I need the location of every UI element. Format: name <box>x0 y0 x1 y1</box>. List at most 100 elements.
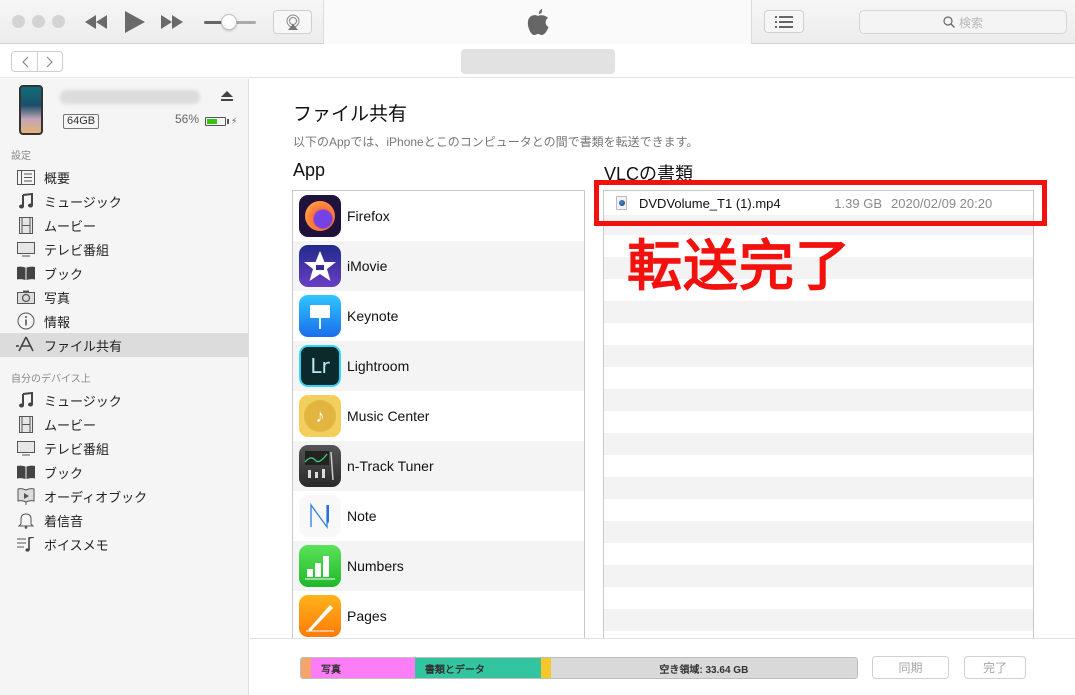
battery-tip <box>227 119 229 124</box>
chevron-left-icon <box>21 56 28 67</box>
sidebar-item[interactable]: テレビ番組 <box>0 237 249 261</box>
sidebar-item[interactable]: ミュージック <box>0 189 249 213</box>
eject-icon <box>221 91 233 101</box>
zoom-window-button[interactable] <box>52 15 65 28</box>
lightroom-icon: Lr <box>299 345 341 387</box>
done-button[interactable]: 完了 <box>964 656 1026 679</box>
back-button[interactable] <box>12 52 37 71</box>
app-name: Note <box>347 508 377 524</box>
charging-bolt-icon: ⚡ <box>231 116 238 126</box>
app-list-item[interactable]: Firefox <box>293 191 584 241</box>
sidebar-item-label: ブック <box>44 465 84 481</box>
battery-level-fill <box>207 119 217 124</box>
app-name: Firefox <box>347 208 390 224</box>
sidebar-item[interactable]: ムービー <box>0 213 249 237</box>
up-next-button[interactable] <box>764 10 804 33</box>
toolbar: 検索 <box>0 0 1075 44</box>
battery-icon <box>205 117 226 126</box>
volume-slider-knob[interactable] <box>221 14 237 30</box>
navigation-bar <box>0 45 1075 78</box>
bell-icon <box>16 511 36 529</box>
history-buttons <box>11 51 63 72</box>
note-icon <box>299 495 341 537</box>
sidebar-item[interactable]: ミュージック <box>0 388 249 412</box>
play-button[interactable] <box>123 10 147 34</box>
sidebar-item-label: 情報 <box>44 314 71 330</box>
storage-segment <box>301 658 311 678</box>
rewind-button[interactable] <box>84 10 108 34</box>
voice-memo-icon <box>16 535 36 553</box>
app-list-item[interactable]: n-Track Tuner <box>293 441 584 491</box>
annotation-transfer-complete: 転送完了 <box>627 234 852 298</box>
search-placeholder: 検索 <box>958 15 983 30</box>
sidebar-item[interactable]: ボイスメモ <box>0 532 249 556</box>
minimize-window-button[interactable] <box>32 15 45 28</box>
storage-segment: 書類とデータ <box>414 658 541 678</box>
sidebar-item[interactable]: ファイル共有 <box>0 333 249 357</box>
storage-capacity-bar: 写真 書類とデータ 空き領域: 33.64 GB <box>300 657 858 679</box>
sidebar-item-label: ムービー <box>44 417 97 433</box>
play-icon <box>125 11 145 33</box>
airplay-button[interactable] <box>273 10 312 34</box>
app-list-item[interactable]: iMovie <box>293 241 584 291</box>
sidebar-item-label: ムービー <box>44 218 97 234</box>
app-list-item[interactable]: Keynote <box>293 291 584 341</box>
rewind-icon <box>85 15 107 29</box>
numbers-icon <box>299 545 341 587</box>
storage-segment-label: 空き領域: 33.64 GB <box>659 664 749 676</box>
app-name: Lightroom <box>347 358 410 374</box>
sidebar: 64GB 56% ⚡ 設定 概要 ミュージック ムービー テレビ番組 ブック 写真 情報 ファ… <box>0 79 249 695</box>
forward-button[interactable] <box>37 52 62 71</box>
camera-icon <box>16 288 36 306</box>
footer: 写真 書類とデータ 空き領域: 33.64 GB 同期 完了 <box>250 638 1075 695</box>
airplay-icon <box>286 14 299 30</box>
sync-button[interactable]: 同期 <box>872 656 949 679</box>
app-list-item[interactable]: Note <box>293 491 584 541</box>
device-name-blurred <box>60 90 200 104</box>
film-icon <box>16 216 36 234</box>
sidebar-item-label: ミュージック <box>44 194 122 210</box>
device-button[interactable] <box>461 49 615 74</box>
sidebar-item[interactable]: 概要 <box>0 165 249 189</box>
sidebar-item-label: テレビ番組 <box>44 242 110 258</box>
app-store-icon <box>16 336 36 354</box>
app-list: Firefox iMovie Keynote Lr Lightroom ♪ Music Ce… <box>292 190 585 638</box>
sidebar-item[interactable]: テレビ番組 <box>0 436 249 460</box>
close-window-button[interactable] <box>12 15 25 28</box>
app-list-item[interactable]: Pages <box>293 591 584 638</box>
sidebar-item[interactable]: ブック <box>0 460 249 484</box>
section-label-on-device: 自分のデバイス上 <box>11 374 91 385</box>
audiobook-icon <box>16 487 36 505</box>
sidebar-item[interactable]: ムービー <box>0 412 249 436</box>
book-icon <box>16 463 36 481</box>
app-name: n-Track Tuner <box>347 458 434 474</box>
storage-segment-label: 写真 <box>321 664 341 676</box>
sidebar-item[interactable]: 着信音 <box>0 508 249 532</box>
info-icon <box>16 312 36 330</box>
page-title: ファイル共有 <box>293 104 408 125</box>
storage-segment: 空き領域: 33.64 GB <box>550 658 857 678</box>
divider <box>751 0 752 44</box>
app-list-item[interactable]: ♪ Music Center <box>293 391 584 441</box>
sidebar-item-label: 着信音 <box>44 513 84 529</box>
imovie-icon <box>299 245 341 287</box>
app-name: Keynote <box>347 308 399 324</box>
sidebar-item[interactable]: オーディオブック <box>0 484 249 508</box>
storage-segment: 写真 <box>311 658 415 678</box>
fast-forward-icon <box>161 15 183 29</box>
sidebar-item[interactable]: 写真 <box>0 285 249 309</box>
sidebar-item-label: オーディオブック <box>44 489 148 505</box>
sidebar-item-label: 写真 <box>44 290 71 306</box>
sidebar-item-label: ファイル共有 <box>44 338 123 354</box>
tv-icon <box>16 240 36 258</box>
eject-button[interactable] <box>221 91 233 105</box>
sidebar-item[interactable]: ブック <box>0 261 249 285</box>
app-list-item[interactable]: Numbers <box>293 541 584 591</box>
fast-forward-button[interactable] <box>160 10 184 34</box>
music-note-icon <box>16 192 36 210</box>
app-name: Numbers <box>347 558 404 574</box>
ntrack-tuner-icon <box>299 445 341 487</box>
app-list-item[interactable]: Lr Lightroom <box>293 341 584 391</box>
search-input[interactable]: 検索 <box>859 10 1067 34</box>
sidebar-item[interactable]: 情報 <box>0 309 249 333</box>
